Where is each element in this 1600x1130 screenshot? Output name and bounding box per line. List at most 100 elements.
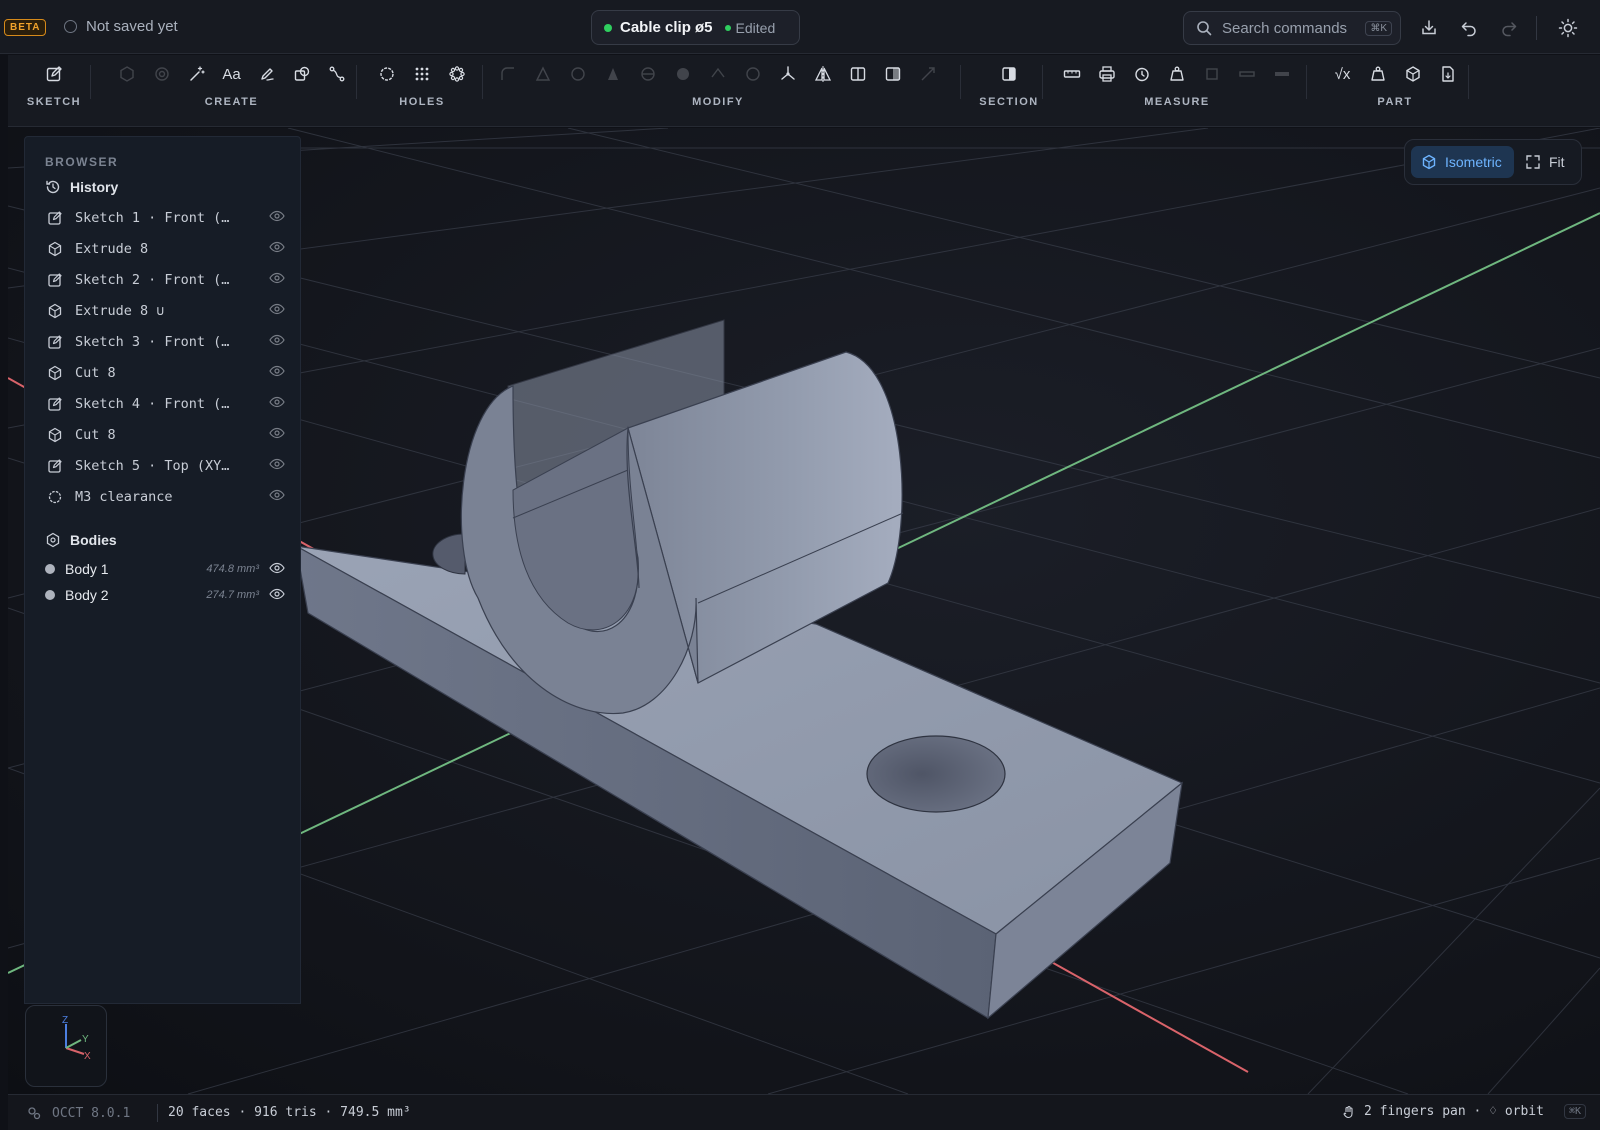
split-face-icon[interactable] bbox=[881, 62, 905, 86]
axis-gizmo[interactable]: Z Y X bbox=[25, 1005, 107, 1087]
divider bbox=[356, 65, 357, 99]
document-title-pill[interactable]: Cable clip ø5 Edited bbox=[591, 10, 800, 45]
divider bbox=[157, 1104, 158, 1122]
new-sketch-icon[interactable] bbox=[42, 62, 66, 86]
toolbar-group-label: HOLES bbox=[399, 96, 445, 108]
history-item[interactable]: Sketch 5 · Top (XY… bbox=[45, 453, 285, 479]
history-item[interactable]: Sketch 1 · Front (… bbox=[45, 205, 285, 231]
history-item[interactable]: Sketch 4 · Front (… bbox=[45, 391, 285, 417]
beta-badge: BETA bbox=[4, 19, 47, 36]
visibility-eye-icon[interactable] bbox=[269, 303, 285, 319]
bodies-section-header[interactable]: Bodies bbox=[45, 532, 117, 548]
hole-icon[interactable] bbox=[375, 62, 399, 86]
toolbar-group-measure: MEASURE bbox=[1048, 55, 1306, 127]
visibility-eye-icon[interactable] bbox=[269, 241, 285, 257]
edited-dot-icon bbox=[724, 24, 731, 31]
history-item-label: M3 clearance bbox=[75, 489, 173, 505]
bodies-label: Bodies bbox=[70, 532, 117, 548]
history-section-header[interactable]: History bbox=[45, 179, 118, 195]
search-placeholder: Search commands bbox=[1222, 19, 1348, 37]
center-mass-icon[interactable] bbox=[1200, 62, 1224, 86]
history-item[interactable]: Extrude 8 bbox=[45, 236, 285, 262]
body-name: Body 1 bbox=[65, 561, 109, 577]
mesh-stats: 20 faces · 916 tris · 749.5 mm³ bbox=[168, 1105, 411, 1120]
fit-screen-icon bbox=[1526, 155, 1540, 169]
component-icon[interactable] bbox=[1401, 62, 1425, 86]
body-item[interactable]: Body 1 474.8 mm³ bbox=[45, 557, 285, 581]
sqrt-tool-label: √x bbox=[1334, 65, 1351, 83]
shapes-tool-icon[interactable] bbox=[290, 62, 314, 86]
combine-icon[interactable] bbox=[671, 62, 695, 86]
bodies-icon bbox=[46, 532, 60, 548]
history-item-label: Cut 8 bbox=[75, 427, 116, 443]
path-tool-icon[interactable] bbox=[325, 62, 349, 86]
body-item[interactable]: Body 2 274.7 mm³ bbox=[45, 583, 285, 607]
rect-pattern-icon[interactable] bbox=[410, 62, 434, 86]
chamfer-icon[interactable] bbox=[531, 62, 555, 86]
mirror-icon[interactable] bbox=[811, 62, 835, 86]
shell-icon[interactable] bbox=[566, 62, 590, 86]
toolbar-group-holes: HOLES bbox=[360, 55, 484, 127]
move-icon[interactable] bbox=[776, 62, 800, 86]
command-shortcut[interactable]: ⌘K bbox=[1563, 1104, 1586, 1119]
visibility-eye-icon[interactable] bbox=[269, 587, 285, 603]
circular-pattern-icon[interactable] bbox=[445, 62, 469, 86]
draft-icon[interactable] bbox=[601, 62, 625, 86]
export-file-icon[interactable] bbox=[1436, 62, 1460, 86]
extrude-tool-icon[interactable] bbox=[115, 62, 139, 86]
material-weight-icon[interactable] bbox=[1366, 62, 1390, 86]
cube-icon bbox=[1422, 154, 1436, 170]
redo-icon[interactable] bbox=[1497, 16, 1521, 40]
history-item[interactable]: M3 clearance bbox=[45, 484, 285, 510]
mounting-hole[interactable] bbox=[866, 735, 1006, 813]
body-name: Body 2 bbox=[65, 587, 109, 603]
download-icon[interactable] bbox=[1417, 16, 1441, 40]
scale-icon[interactable] bbox=[916, 62, 940, 86]
visibility-eye-icon[interactable] bbox=[269, 396, 285, 412]
visibility-eye-icon[interactable] bbox=[269, 365, 285, 381]
visibility-eye-icon[interactable] bbox=[269, 210, 285, 226]
history-item-label: Sketch 4 · Front (… bbox=[75, 396, 230, 412]
history-item[interactable]: Cut 8 bbox=[45, 422, 285, 448]
visibility-eye-icon[interactable] bbox=[269, 334, 285, 350]
undo-icon[interactable] bbox=[1457, 16, 1481, 40]
history-clock-icon[interactable] bbox=[1130, 62, 1154, 86]
mass-weight-icon[interactable] bbox=[1165, 62, 1189, 86]
extrude-icon bbox=[45, 241, 65, 257]
history-item[interactable]: Cut 8 bbox=[45, 360, 285, 386]
history-item[interactable]: Extrude 8 ∪ bbox=[45, 298, 285, 324]
view-controls: Isometric Fit bbox=[1404, 139, 1582, 185]
ruler-icon[interactable] bbox=[1060, 62, 1084, 86]
magic-wand-icon[interactable] bbox=[185, 62, 209, 86]
distance-icon[interactable] bbox=[1270, 62, 1294, 86]
visibility-eye-icon[interactable] bbox=[269, 272, 285, 288]
print-icon[interactable] bbox=[1095, 62, 1119, 86]
history-item[interactable]: Sketch 3 · Front (… bbox=[45, 329, 285, 355]
parameters-icon[interactable]: √x bbox=[1331, 62, 1355, 86]
visibility-eye-icon[interactable] bbox=[269, 489, 285, 505]
divider bbox=[960, 65, 961, 99]
history-item[interactable]: Sketch 2 · Front (… bbox=[45, 267, 285, 293]
edited-label: Edited bbox=[735, 19, 776, 36]
visibility-eye-icon[interactable] bbox=[269, 427, 285, 443]
revolve-tool-icon[interactable] bbox=[150, 62, 174, 86]
thicken-icon[interactable] bbox=[741, 62, 765, 86]
visibility-eye-icon[interactable] bbox=[269, 458, 285, 474]
section-view-icon[interactable] bbox=[997, 62, 1021, 86]
text-tool-icon[interactable]: Aa bbox=[220, 62, 244, 86]
toolbar-group-label: PART bbox=[1377, 96, 1413, 108]
fit-button[interactable]: Fit bbox=[1525, 146, 1565, 178]
search-commands-input[interactable]: Search commands ⌘K bbox=[1183, 11, 1401, 45]
gizmo-x-axis bbox=[65, 1047, 85, 1055]
history-icon bbox=[46, 180, 60, 194]
angle-icon[interactable] bbox=[1235, 62, 1259, 86]
offset-icon[interactable] bbox=[706, 62, 730, 86]
isometric-button[interactable]: Isometric bbox=[1411, 146, 1514, 178]
freehand-pen-icon[interactable] bbox=[255, 62, 279, 86]
split-icon[interactable] bbox=[636, 62, 660, 86]
visibility-eye-icon[interactable] bbox=[269, 561, 285, 577]
divider bbox=[1536, 16, 1537, 40]
fillet-icon[interactable] bbox=[496, 62, 520, 86]
theme-sun-icon[interactable] bbox=[1556, 16, 1580, 40]
split-body-icon[interactable] bbox=[846, 62, 870, 86]
